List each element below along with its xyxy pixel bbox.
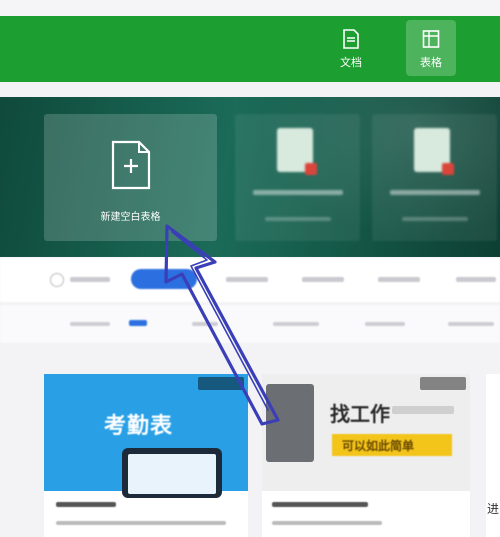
template-card[interactable] — [372, 114, 497, 241]
template-meta-placeholder — [402, 217, 468, 221]
card-banner-title: 考勤表 — [104, 414, 174, 439]
card-name-placeholder — [56, 502, 116, 507]
template-card-job[interactable]: 找工作 可以如此简单 — [262, 374, 470, 537]
filter-option[interactable] — [226, 277, 268, 282]
new-blank-sheet-card[interactable]: 新建空白表格 — [44, 114, 217, 241]
filter-option[interactable] — [378, 277, 420, 282]
category-option[interactable] — [365, 322, 405, 326]
laptop-illustration — [266, 384, 314, 462]
template-card-partial[interactable]: 进 — [486, 374, 500, 537]
active-category[interactable] — [129, 320, 147, 326]
template-card[interactable] — [235, 114, 360, 241]
filter-radio[interactable] — [50, 273, 64, 287]
sheet-tab-label: 表格 — [420, 56, 442, 69]
card-banner-title: 找工作 — [330, 402, 390, 426]
card-desc-placeholder — [56, 521, 226, 525]
category-option[interactable] — [448, 322, 494, 326]
filter-option[interactable] — [302, 277, 344, 282]
filter-placeholder — [70, 277, 110, 282]
template-title-placeholder — [390, 190, 480, 195]
top-strip — [0, 0, 500, 16]
card-tag — [198, 377, 244, 390]
category-option[interactable] — [273, 322, 319, 326]
card-banner: 找工作 可以如此简单 — [262, 374, 470, 491]
sheet-file-icon — [414, 128, 454, 175]
card-name-placeholder — [272, 502, 368, 507]
card-banner-subtitle-placeholder — [392, 406, 454, 414]
card-banner: 考勤表 — [44, 374, 248, 498]
document-icon — [343, 29, 359, 49]
category-option[interactable] — [70, 322, 110, 326]
category-row — [0, 305, 500, 343]
sheet-tab-button[interactable]: 表格 — [406, 20, 456, 76]
app-header: 文档 表格 — [0, 16, 500, 82]
new-blank-sheet-label: 新建空白表格 — [100, 212, 161, 223]
category-option[interactable] — [192, 322, 218, 326]
card-partial-text: 进 — [487, 502, 500, 516]
doc-tab-button[interactable]: 文档 — [326, 20, 376, 76]
table-icon — [422, 30, 440, 48]
sheet-file-icon — [277, 128, 317, 175]
new-file-plus-icon — [111, 140, 151, 190]
template-title-placeholder — [253, 190, 343, 195]
template-hero: 新建空白表格 — [0, 97, 500, 257]
card-desc-placeholder — [272, 521, 382, 525]
card-banner-highlight-text: 可以如此简单 — [342, 439, 415, 453]
template-card-attendance[interactable]: 考勤表 — [44, 374, 248, 537]
doc-tab-label: 文档 — [340, 56, 362, 69]
card-banner-highlight: 可以如此简单 — [332, 434, 452, 456]
tablet-illustration — [122, 448, 222, 498]
filter-row — [0, 258, 500, 302]
filter-option[interactable] — [456, 277, 496, 282]
template-meta-placeholder — [265, 217, 331, 221]
active-filter-pill[interactable] — [131, 269, 197, 289]
card-tag — [420, 377, 466, 390]
